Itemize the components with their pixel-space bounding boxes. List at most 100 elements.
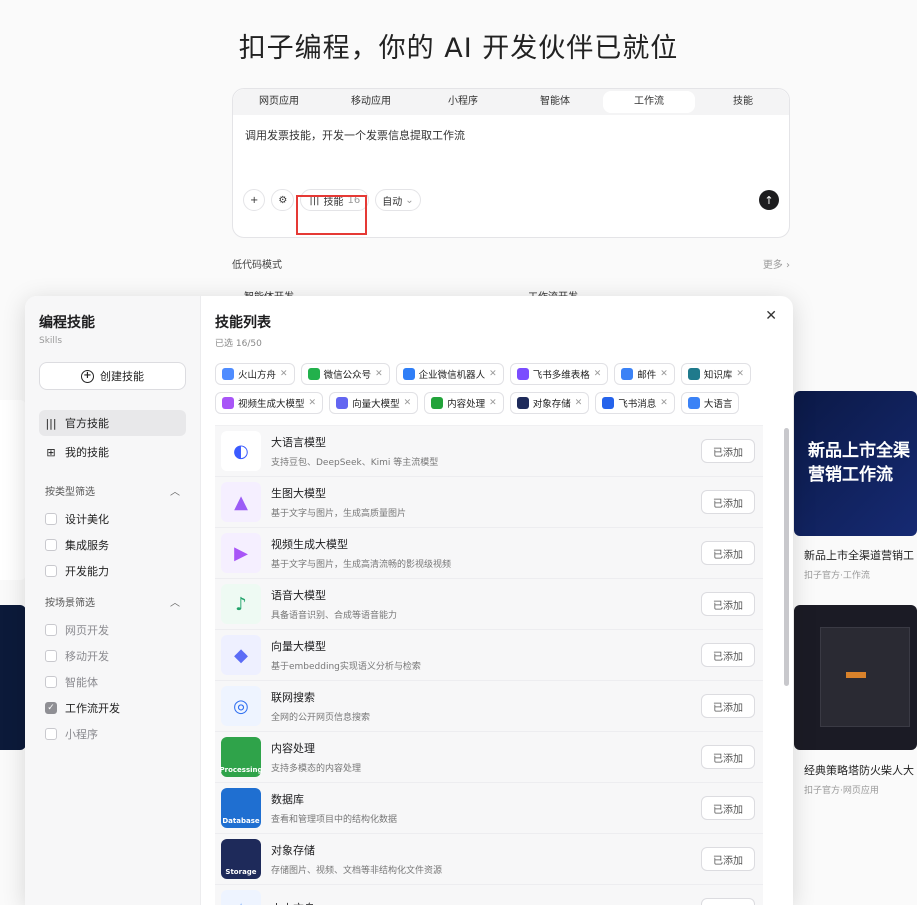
remove-chip-icon[interactable]: ✕ [309,398,317,408]
sliders-icon: ⚙ [278,194,288,206]
checkbox[interactable] [45,728,57,740]
filter-web-dev[interactable]: 网页开发 [39,617,186,643]
checkbox[interactable] [45,624,57,636]
remove-chip-icon[interactable]: ✕ [736,369,744,379]
skill-logo-icon: Processing [220,737,263,777]
filter-dev-ability[interactable]: 开发能力 [39,558,186,584]
more-link[interactable]: 更多 › [763,256,790,271]
add-attachment-button[interactable]: + [243,189,266,211]
skill-description: 支持多模态的内容处理 [271,764,362,774]
template-card-marketing[interactable]: 新品上市全渠营销工作流 [794,391,917,536]
tab-mobile-app[interactable]: 移动应用 [325,89,417,115]
nav-official-skills[interactable]: ||| 官方技能 [39,410,186,436]
filter-integration[interactable]: 集成服务 [39,532,186,558]
skill-chip[interactable]: 大语言 [680,392,740,414]
scene-filter-header[interactable]: 按场景筛选 ︿ [39,594,186,609]
remove-chip-icon[interactable]: ✕ [489,369,497,379]
skill-chip[interactable]: 邮件 ✕ [614,363,675,385]
skill-row[interactable]: Database 数据库 查看和管理项目中的结构化数据 已添加 [215,783,763,834]
tab-web-app[interactable]: 网页应用 [233,89,325,115]
skill-name: 大语言模型 [271,436,326,449]
skill-list: ◐ 大语言模型 支持豆包、DeepSeek、Kimi 等主流模型 已添加 ▲ 生图大模型基… [215,425,763,905]
prompt-input[interactable]: 调用发票技能，开发一个发票信息提取工作流 [233,115,789,189]
added-button[interactable]: 已添加 [701,439,755,463]
skill-row[interactable]: ♪ 语音大模型 具备语音识别、合成等语音能力 已添加 [215,579,763,630]
template-card-left-2[interactable] [0,605,26,750]
added-button[interactable]: 已添加 [701,490,755,514]
type-filter-header[interactable]: 按类型筛选 ︿ [39,483,186,498]
filter-design[interactable]: 设计美化 [39,506,186,532]
scrollbar[interactable] [784,428,789,686]
added-button[interactable]: 已添加 [701,694,755,718]
nav-my-skills[interactable]: ⊞ 我的技能 [39,439,186,465]
tab-mini-program[interactable]: 小程序 [417,89,509,115]
create-skill-button[interactable]: + 创建技能 [39,362,186,390]
checkbox[interactable] [45,513,57,525]
skill-row[interactable]: ◆ 向量大模型 基于embedding实现语义分析与检索 已添加 [215,630,763,681]
remove-chip-icon[interactable]: ✕ [594,369,602,379]
skill-chip[interactable]: 飞书多维表格 ✕ [509,363,609,385]
skill-chip[interactable]: 火山方舟 ✕ [215,363,295,385]
checkbox[interactable] [45,539,57,551]
skill-chip[interactable]: 知识库 ✕ [680,363,751,385]
skill-row[interactable]: Storage 对象存储 存储图片、视频、文档等非结构化文件资源 已添加 [215,834,763,885]
remove-chip-icon[interactable]: ✕ [660,398,668,408]
close-icon[interactable]: ✕ [765,308,777,324]
skill-chip[interactable]: 视频生成大模型 ✕ [215,392,324,414]
checkbox-checked[interactable]: ✓ [45,702,57,714]
added-button[interactable]: 已添加 [701,796,755,820]
skill-chip[interactable]: 飞书消息 ✕ [595,392,675,414]
skill-chip-icon [307,368,320,380]
tab-skills[interactable]: 技能 [697,89,789,115]
checkbox[interactable] [45,676,57,688]
hero-title: 扣子编程，你的 AI 开发伙伴已就位 [238,33,679,64]
skill-row[interactable]: ◎ 联网搜索 全网的公开网页信息搜索 已添加 [215,681,763,732]
filter-agent[interactable]: 智能体 [39,669,186,695]
remove-chip-icon[interactable]: ✕ [489,398,497,408]
added-button[interactable]: 已添加 [701,643,755,667]
skill-logo-icon: ▲ [221,482,261,522]
added-button[interactable]: 已添加 [701,745,755,769]
added-button[interactable]: 已添加 [701,898,755,905]
filter-workflow-dev[interactable]: ✓ 工作流开发 [39,695,186,721]
template-sub-marketing: 扣子官方·工作流 [804,571,870,581]
send-button[interactable]: ↑ [759,190,779,210]
skill-chip-label: 视频生成大模型 [238,399,305,410]
remove-chip-icon[interactable]: ✕ [375,369,383,379]
mode-select[interactable]: 自动 ⌄ [375,189,421,211]
skill-row[interactable]: ◐ 大语言模型 支持豆包、DeepSeek、Kimi 等主流模型 已添加 [215,426,763,477]
tab-workflow[interactable]: 工作流 [603,91,695,113]
checkbox[interactable] [45,650,57,662]
skill-chip-label: 邮件 [637,370,657,381]
template-sub-game: 扣子官方·网页应用 [804,786,879,796]
skill-chip-icon [222,397,234,409]
filter-mini-program[interactable]: 小程序 [39,721,186,747]
skill-row[interactable]: ▲ 生图大模型 基于文字与图片，生成高质量图片 已添加 [215,477,763,528]
remove-chip-icon[interactable]: ✕ [660,369,668,379]
remove-chip-icon[interactable]: ✕ [280,369,288,379]
added-button[interactable]: 已添加 [701,847,755,871]
template-caption-game: 经典策略塔防火柴人大 [804,764,914,777]
create-skill-label: 创建技能 [100,370,144,383]
skill-chip[interactable]: 企业微信机器人 ✕ [395,363,504,385]
skill-row[interactable]: ✦ 火山方舟已添加 [215,885,763,905]
skill-logo-icon: ▶ [221,533,261,573]
skill-description: 查看和管理项目中的结构化数据 [271,815,398,825]
skill-chip[interactable]: 对象存储 ✕ [509,392,590,414]
skill-chip[interactable]: 内容处理 ✕ [424,392,504,414]
template-card-game[interactable] [794,605,917,750]
skill-row[interactable]: ▶ 视频生成大模型 基于文字与图片，生成高清流畅的影视级视频 已添加 [215,528,763,579]
template-card-left-1[interactable] [0,400,26,580]
settings-button[interactable]: ⚙ [271,189,295,211]
added-button[interactable]: 已添加 [701,541,755,565]
skill-chip[interactable]: 微信公众号 ✕ [300,363,390,385]
checkbox[interactable] [45,565,57,577]
skill-chip-label: 向量大模型 [352,399,400,410]
remove-chip-icon[interactable]: ✕ [575,398,583,408]
skill-chip[interactable]: 向量大模型 ✕ [329,392,419,414]
tab-agent[interactable]: 智能体 [509,89,601,115]
remove-chip-icon[interactable]: ✕ [404,398,412,408]
filter-mobile-dev[interactable]: 移动开发 [39,643,186,669]
added-button[interactable]: 已添加 [701,592,755,616]
skill-row[interactable]: Processing 内容处理 支持多模态的内容处理 已添加 [215,732,763,783]
